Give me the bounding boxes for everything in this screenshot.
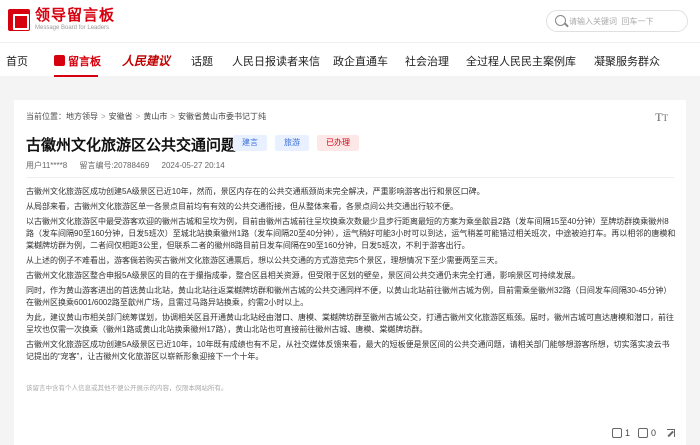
logo-title: 领导留言板: [35, 7, 116, 24]
message-board-icon: [54, 55, 65, 66]
nav-item-enterprise[interactable]: 政企直通车: [333, 53, 388, 69]
nav-item-reader-letters[interactable]: 人民日报读者来信: [232, 53, 320, 69]
breadcrumb-item[interactable]: 地方领导: [66, 112, 98, 121]
post-id: 留言编号:20788469: [79, 161, 150, 170]
thumbs-up-icon: [611, 428, 622, 438]
post-paragraph: 古徽州文化旅游区成功创建5A级景区已近10年，10年既有成绩也有不足，从社交媒体…: [26, 340, 670, 361]
like-count: 1: [624, 428, 630, 438]
disclaimer: 该留言中含有个人信息或其他不便公开展示的内容，仅限本网站所有。: [26, 385, 228, 392]
nav-item-serve-masses[interactable]: 凝聚服务群众: [594, 53, 660, 69]
font-size-icon[interactable]: TT: [655, 110, 668, 125]
nav-item-topics[interactable]: 话题: [191, 53, 213, 69]
nav-item-home[interactable]: 首页: [6, 53, 28, 69]
divider: [26, 177, 674, 178]
nav-item-people-suggestions[interactable]: 人民建议: [122, 52, 170, 69]
post-author: 用户11****8: [26, 161, 68, 170]
breadcrumb: 当前位置：地方领导 > 安徽省 > 黄山市 > 安徽省黄山市委书记丁纯: [26, 112, 267, 121]
post-body: 古徽州文化旅游区成功创建5A级景区已近10年，然而，景区内存在的公共交通瓶颈尚未…: [26, 186, 676, 366]
post-paragraph: 从上述的例子不难看出，游客倘若购买古徽州文化旅游区通票后，想以公共交通的方式游览…: [26, 256, 503, 265]
tag-category: 旅游: [275, 135, 309, 151]
share-icon[interactable]: [666, 428, 676, 438]
post-actions: 1 0: [604, 428, 676, 438]
breadcrumb-item[interactable]: 安徽省: [109, 112, 133, 121]
search-input[interactable]: [569, 14, 681, 28]
dislike-count: 0: [650, 428, 656, 438]
post-meta: 用户11****8 留言编号:20788469 2024-05-27 20:14: [26, 160, 235, 171]
logo-icon: [8, 9, 30, 31]
logo-subtitle: Message Board for Leaders: [35, 25, 110, 31]
site-header: 领导留言板 Message Board for Leaders: [0, 0, 700, 42]
search-box[interactable]: [546, 10, 688, 32]
status-badge: 已办理: [317, 135, 359, 151]
search-icon[interactable]: [555, 15, 566, 26]
breadcrumb-item[interactable]: 安徽省黄山市委书记丁纯: [178, 112, 266, 121]
nav-item-social-governance[interactable]: 社会治理: [405, 53, 449, 69]
post-paragraph: 从局部来看，古徽州文化旅游区单一各景点目前均有有效的公共交通衔接，但从整体来看，…: [26, 202, 458, 211]
site-logo[interactable]: 领导留言板 Message Board for Leaders: [8, 8, 115, 32]
post-date: 2024-05-27 20:14: [161, 161, 225, 170]
post-paragraph: 为此，建议黄山市相关部门统筹谋划，协调相关区县开通黄山北站经由潜口、唐模、棠樾牌…: [26, 313, 674, 334]
like-button[interactable]: 1: [611, 428, 630, 438]
thumbs-down-icon: [637, 428, 648, 438]
message-card: 当前位置：地方领导 > 安徽省 > 黄山市 > 安徽省黄山市委书记丁纯 TT 古徽州文化旅游…: [14, 100, 686, 445]
nav-item-message-board[interactable]: 留言板: [54, 53, 101, 69]
dislike-button[interactable]: 0: [637, 428, 656, 438]
nav-active-indicator: [54, 75, 98, 77]
post-paragraph: 古徽州文化旅游区成功创建5A级景区已近10年，然而，景区内存在的公共交通瓶颈尚未…: [26, 187, 485, 196]
breadcrumb-item[interactable]: 黄山市: [143, 112, 167, 121]
post-paragraph: 以古徽州文化旅游区中最受游客欢迎的徽州古城和呈坎为例，目前由徽州古城前往呈坎换乘…: [26, 217, 676, 250]
post-title: 古徽州文化旅游区公共交通问题: [26, 137, 237, 154]
post-paragraph: 古徽州文化旅游区整合申报5A级景区的目的在于攥指成拳，整合区县相关资源，但受限于…: [26, 271, 580, 280]
main-nav: 首页 留言板 人民建议 话题 人民日报读者来信 政企直通车 社会治理 全过程人民…: [0, 42, 700, 77]
tag-type: 建言: [233, 135, 267, 151]
nav-item-democracy-cases[interactable]: 全过程人民民主案例库: [466, 53, 576, 69]
post-paragraph: 同时，作为黄山游客进出的首选黄山北站，黄山北站往返棠樾牌坊群和徽州古城的公共交通…: [26, 286, 672, 307]
